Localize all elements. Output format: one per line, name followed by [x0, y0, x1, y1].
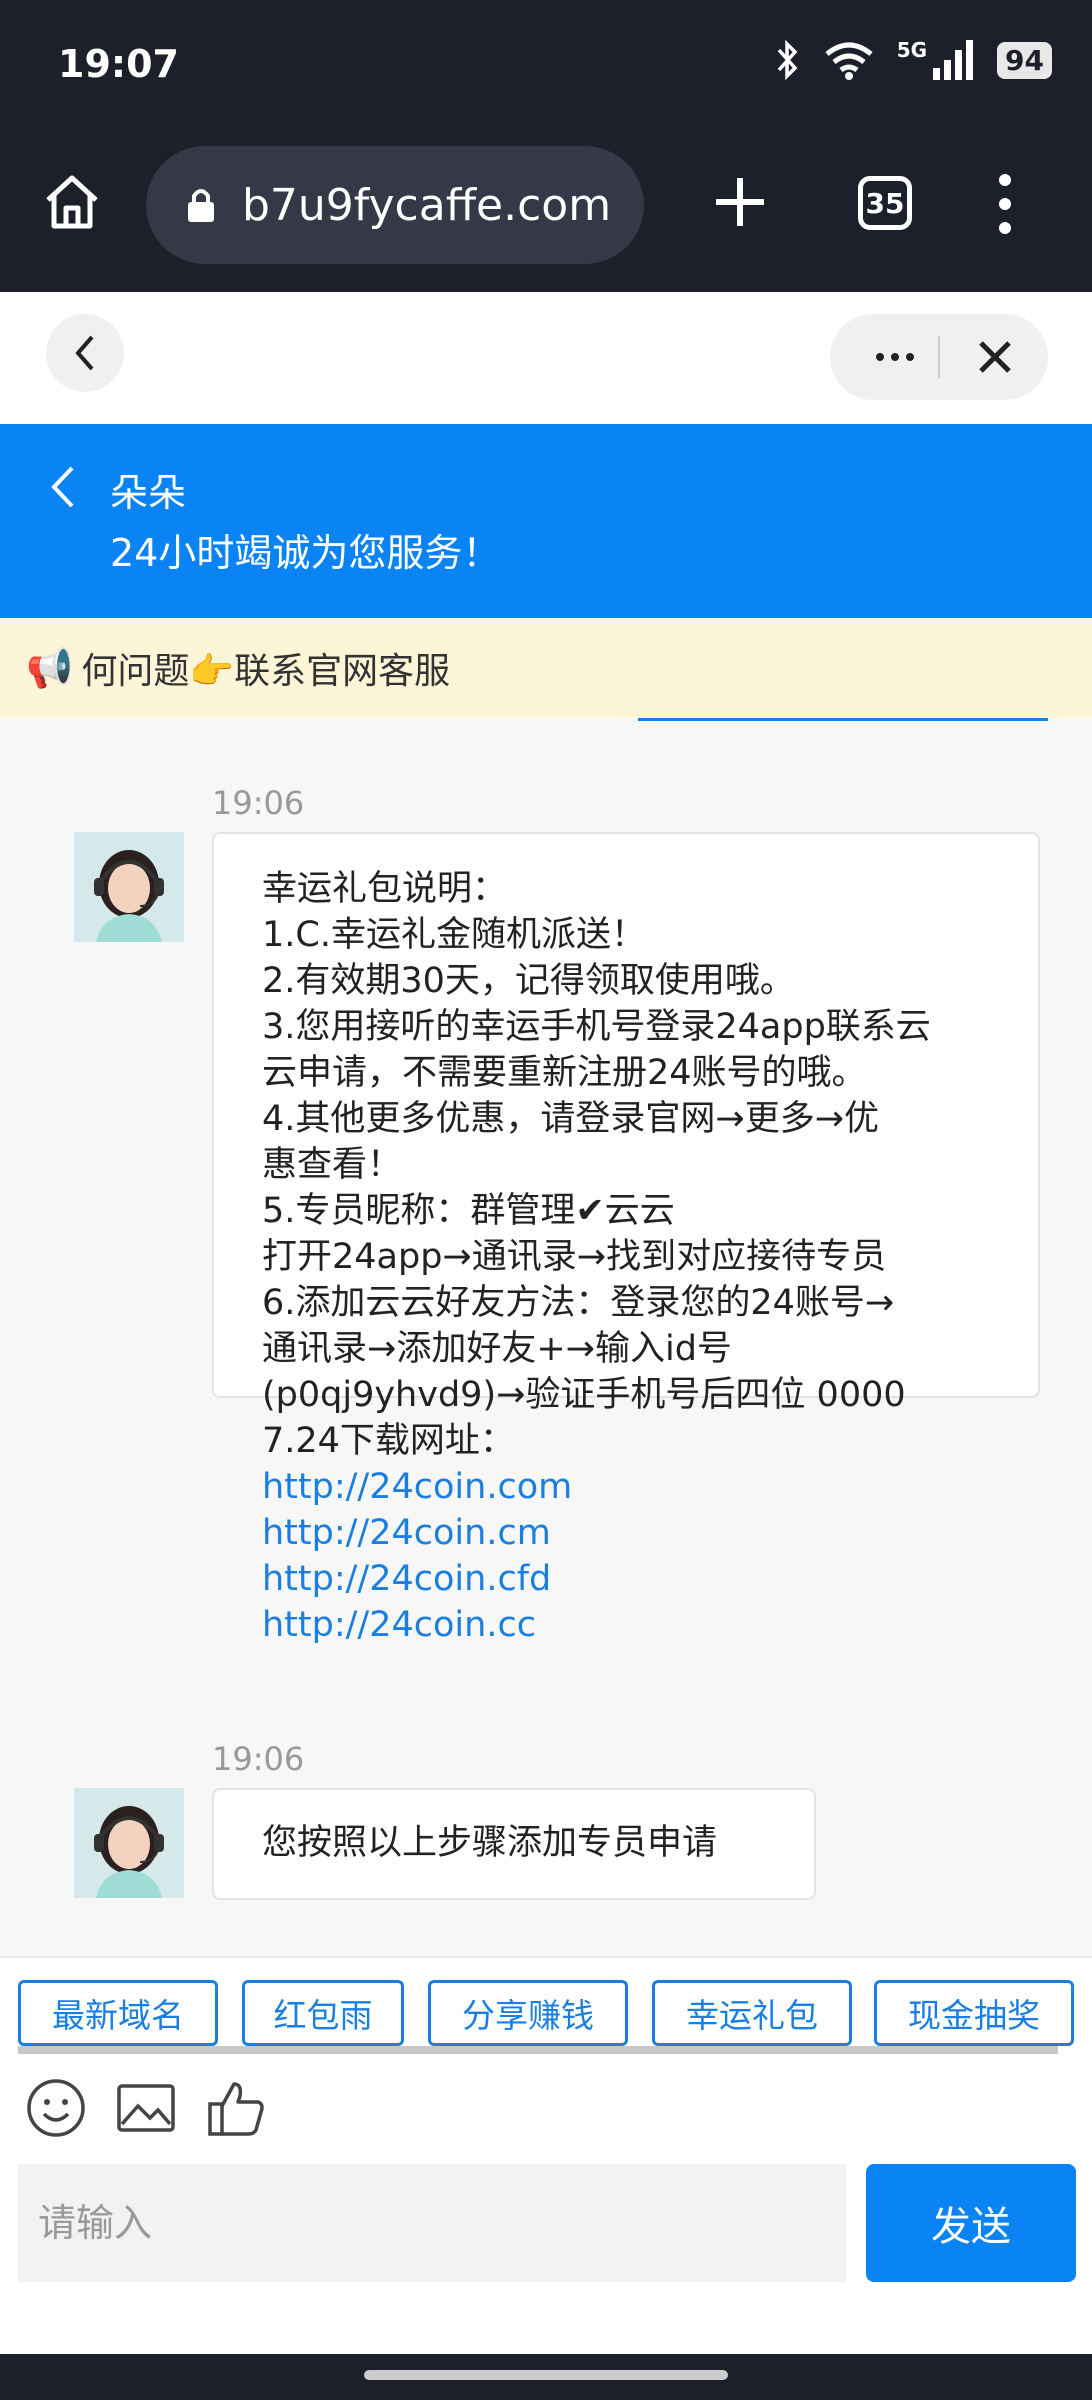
message-line: 1.C.幸运礼金随机派送！	[262, 915, 646, 955]
quick-button-cash-draw[interactable]: 现金抽奖	[874, 1980, 1074, 2046]
gesture-handle[interactable]	[364, 2370, 728, 2380]
message-line: 打开24app→通讯录→找到对应接待专员	[262, 1237, 887, 1277]
notice-text: 何问题👉联系官网客服	[81, 651, 451, 692]
emoji-icon[interactable]	[24, 2076, 88, 2140]
speaker-icon: 📢	[26, 645, 74, 690]
network-type: 5G	[896, 38, 928, 62]
signal-icon	[933, 40, 974, 80]
scroll-indicator	[638, 718, 1048, 721]
message-line: 2.有效期30天，记得领取使用哦。	[262, 961, 795, 1001]
url-text: b7u9fycaffe.com	[242, 179, 612, 231]
message-line: (p0qj9yhvd9)→验证手机号后四位 0000	[262, 1375, 906, 1415]
lock-icon	[188, 189, 214, 222]
message-text: 您按照以上步骤添加专员申请	[262, 1823, 718, 1863]
quick-bar-scrollbar	[18, 2046, 1058, 2054]
download-link[interactable]: http://24coin.cc	[262, 1602, 1038, 1648]
message-input[interactable]	[18, 2164, 846, 2282]
agent-subtitle: 24小时竭诚为您服务！	[110, 531, 501, 575]
browser-toolbar: b7u9fycaffe.com 35	[0, 130, 1092, 290]
thumbs-up-icon[interactable]	[204, 2076, 268, 2140]
webview-capsule	[830, 314, 1048, 400]
system-nav-bar	[0, 2354, 1092, 2400]
capsule-divider	[938, 336, 940, 378]
bluetooth-icon	[777, 40, 798, 80]
status-bar: 19:07 5G 94	[0, 0, 1092, 130]
tab-count: 35	[865, 186, 905, 220]
chat-tools	[0, 2056, 1092, 2164]
message-line: 通讯录→添加好友+→输入id号	[262, 1329, 732, 1369]
tab-switcher-button[interactable]: 35	[858, 176, 912, 230]
more-options-button[interactable]	[860, 314, 930, 400]
message-line: 6.添加云云好友方法：登录您的24账号→	[262, 1283, 895, 1323]
input-area: 发送	[0, 2164, 1092, 2354]
browser-menu-button[interactable]	[990, 174, 1020, 234]
quick-button-share-earn[interactable]: 分享赚钱	[428, 1980, 628, 2046]
message-bubble: 幸运礼包说明： 1.C.幸运礼金随机派送！ 2.有效期30天，记得领取使用哦。 …	[212, 832, 1040, 1645]
download-link[interactable]: http://24coin.cm	[262, 1510, 1038, 1556]
quick-reply-bar: 最新域名 红包雨 分享赚钱 幸运礼包 现金抽奖	[0, 1956, 1092, 2056]
new-tab-icon[interactable]	[710, 172, 770, 232]
url-bar[interactable]: b7u9fycaffe.com	[146, 146, 644, 264]
download-link[interactable]: http://24coin.cfd	[262, 1556, 1038, 1602]
message-line: 云申请，不需要重新注册24账号的哦。	[262, 1053, 867, 1093]
message-line: 7.24下载网址：	[262, 1421, 515, 1461]
close-icon	[979, 341, 1011, 373]
webview-back-button[interactable]	[46, 314, 124, 392]
notice-banner: 📢 何问题👉联系官网客服	[0, 618, 1092, 718]
webview-header	[0, 292, 1092, 424]
message-line: 4.其他更多优惠，请登录官网→更多→优	[262, 1099, 880, 1139]
send-button[interactable]: 发送	[866, 2164, 1076, 2282]
home-icon[interactable]	[40, 170, 104, 234]
quick-button-latest-domain[interactable]: 最新域名	[18, 1980, 218, 2046]
wifi-icon	[825, 42, 873, 80]
message-line: 幸运礼包说明：	[262, 869, 508, 909]
quick-button-lucky-gift[interactable]: 幸运礼包	[652, 1980, 852, 2046]
agent-name: 朵朵	[110, 471, 187, 515]
message-line: 惠查看！	[262, 1145, 403, 1185]
close-webview-button[interactable]	[960, 314, 1030, 400]
image-icon[interactable]	[114, 2076, 178, 2140]
agent-avatar	[74, 1788, 184, 1898]
message-bubble: 您按照以上步骤添加专员申请	[212, 1788, 816, 1900]
battery-indicator: 94	[997, 41, 1052, 79]
status-icons: 5G 94	[775, 38, 1052, 80]
message-line: 3.您用接听的幸运手机号登录24app联系云	[262, 1007, 931, 1047]
chat-back-icon[interactable]	[44, 462, 84, 512]
chevron-left-icon	[75, 335, 94, 371]
message-time: 19:06	[212, 1740, 305, 1778]
message-line: 5.专员昵称：群管理✔云云	[262, 1191, 675, 1231]
agent-avatar	[74, 832, 184, 942]
status-time: 19:07	[58, 42, 179, 86]
download-link[interactable]: http://24coin.com	[262, 1464, 1038, 1510]
message-time: 19:06	[212, 784, 305, 822]
quick-button-red-packet[interactable]: 红包雨	[242, 1980, 404, 2046]
chat-header: 朵朵 24小时竭诚为您服务！	[0, 424, 1092, 618]
chat-messages[interactable]: 19:06 幸运礼包说明： 1.C.幸运礼金随机派送！ 2.有效期30天，记得领…	[0, 718, 1092, 1956]
